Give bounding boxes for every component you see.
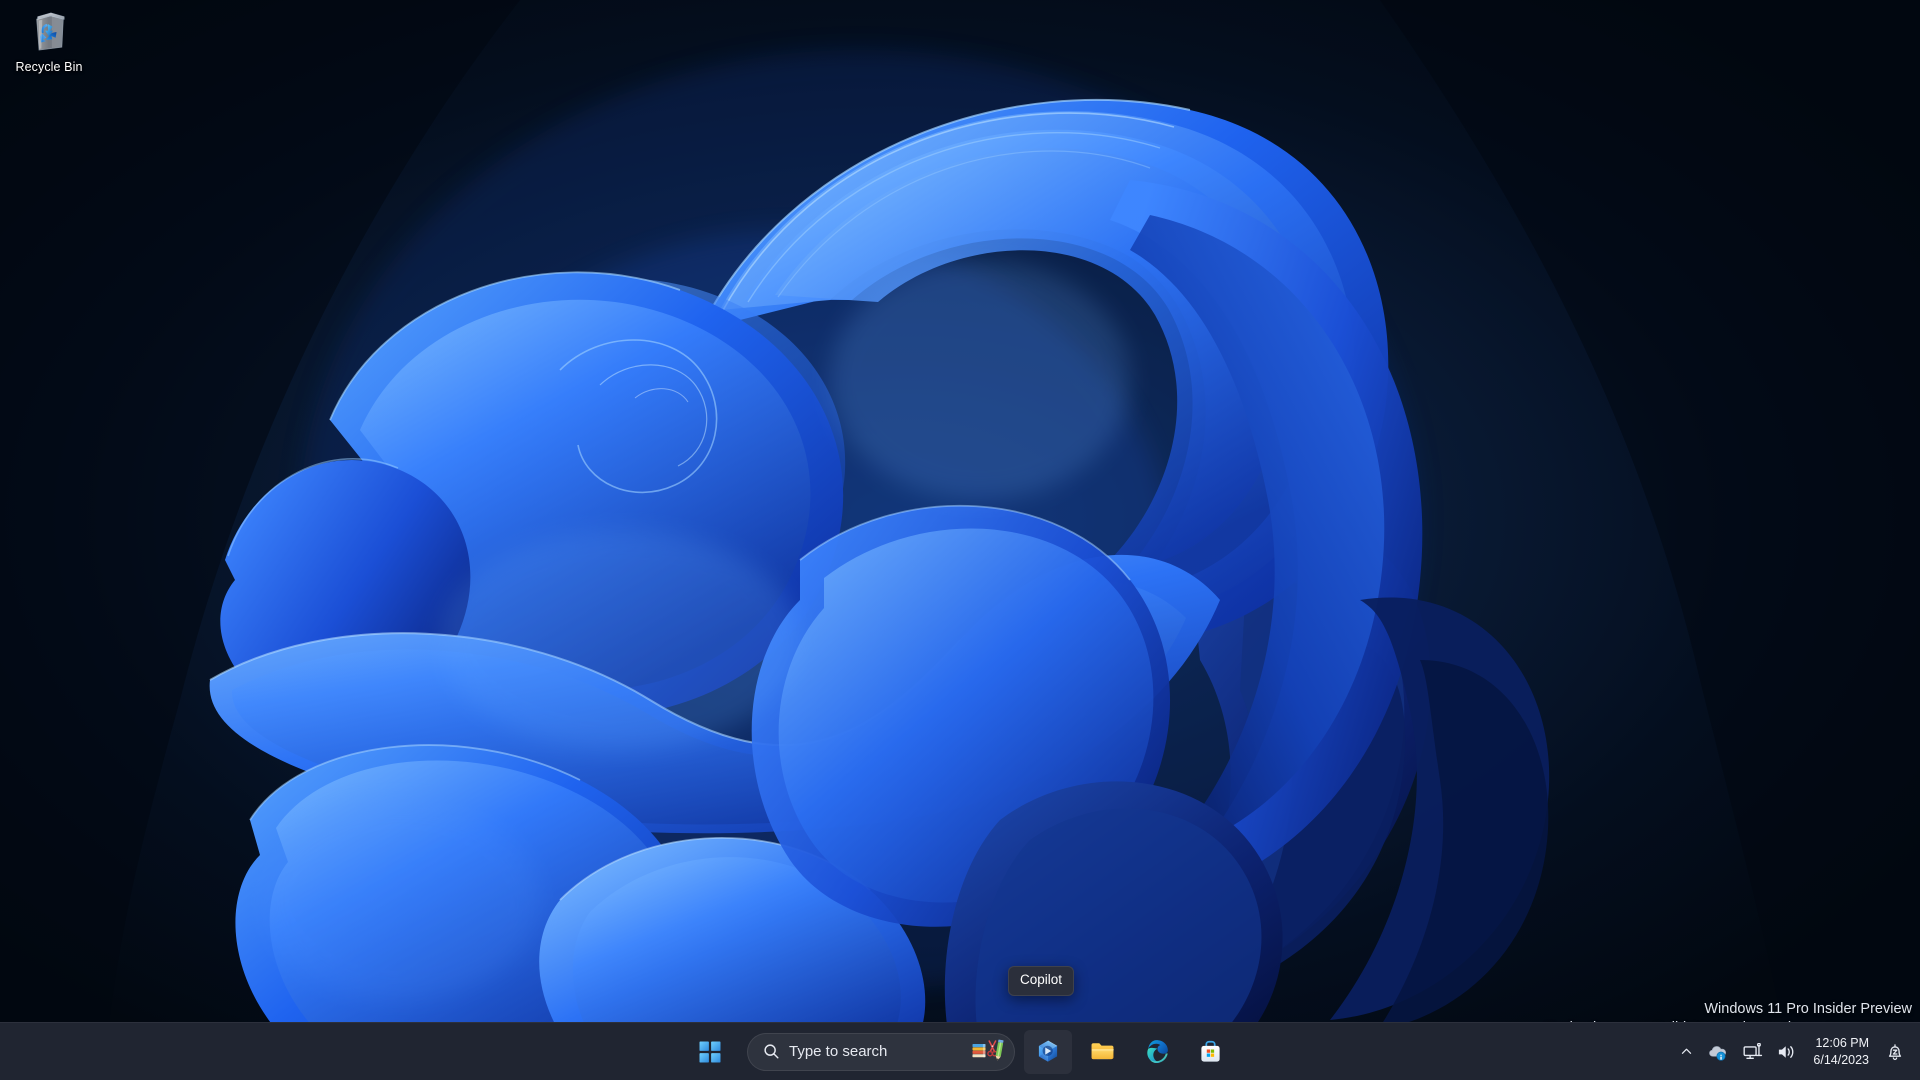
chevron-up-icon bbox=[1682, 1048, 1692, 1054]
speaker-icon bbox=[1779, 1045, 1794, 1058]
watermark-line-1: Windows 11 Pro Insider Preview bbox=[1704, 1000, 1912, 1017]
tray-volume-button[interactable] bbox=[1770, 1031, 1804, 1073]
folder-icon bbox=[1091, 1043, 1114, 1060]
tray-clock-time: 12:06 PM bbox=[1815, 1035, 1869, 1050]
tray-network-button[interactable] bbox=[1736, 1031, 1770, 1073]
start-button[interactable] bbox=[686, 1030, 734, 1074]
search-icon bbox=[764, 1044, 779, 1059]
edge-icon bbox=[1146, 1040, 1168, 1063]
windows-logo-icon bbox=[699, 1041, 721, 1062]
recycle-bin-label: Recycle Bin bbox=[15, 60, 83, 74]
tray-notifications-button[interactable] bbox=[1878, 1031, 1912, 1073]
search-highlights-icon[interactable] bbox=[972, 1038, 1008, 1066]
taskbar-app-file-explorer[interactable] bbox=[1078, 1030, 1126, 1074]
desktop-wallpaper bbox=[0, 0, 1920, 1080]
network-monitor-icon bbox=[1743, 1042, 1763, 1059]
store-icon bbox=[1200, 1040, 1220, 1062]
taskbar-app-microsoft-store[interactable] bbox=[1186, 1030, 1234, 1074]
desktop-icon-recycle-bin[interactable]: Recycle Bin bbox=[4, 6, 94, 88]
taskbar[interactable]: Type to search 12:06 PM 6/14/2023 bbox=[0, 1022, 1920, 1080]
cloud-info-icon bbox=[1709, 1045, 1727, 1061]
taskbar-app-copilot[interactable] bbox=[1024, 1029, 1072, 1074]
copilot-icon bbox=[1038, 1040, 1058, 1062]
tray-clock[interactable]: 12:06 PM 6/14/2023 bbox=[1804, 1031, 1878, 1073]
recycle-bin-icon bbox=[26, 8, 72, 54]
desktop[interactable]: Recycle Bin Copilot Windows 11 Pro Insid… bbox=[0, 0, 1920, 1080]
system-tray: 12:06 PM 6/14/2023 bbox=[1673, 1023, 1912, 1080]
bell-dnd-icon bbox=[1888, 1043, 1902, 1060]
tray-onedrive-button[interactable] bbox=[1700, 1031, 1736, 1073]
search-input[interactable]: Type to search bbox=[789, 1043, 963, 1060]
taskbar-center-group: Type to search bbox=[683, 1023, 1237, 1080]
taskbar-app-microsoft-edge[interactable] bbox=[1132, 1030, 1180, 1074]
taskbar-search-box[interactable]: Type to search bbox=[747, 1032, 1015, 1071]
tray-clock-date: 6/14/2023 bbox=[1813, 1052, 1869, 1067]
tray-show-hidden-icons-button[interactable] bbox=[1673, 1031, 1700, 1073]
copilot-tooltip: Copilot bbox=[1008, 966, 1075, 996]
